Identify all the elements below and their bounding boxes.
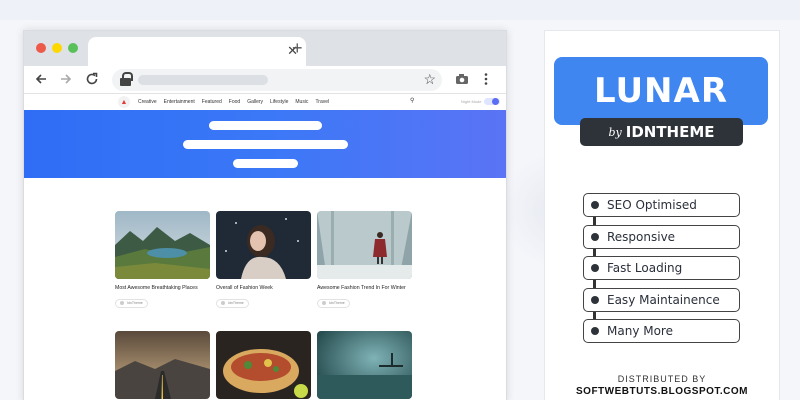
author-badge[interactable]: IdnTheme [216,298,249,308]
menu-item-entertainment[interactable]: Entertainment [164,99,195,105]
avatar [322,301,326,305]
post-thumbnail-road[interactable] [115,331,210,399]
author-name: IdnTheme [228,301,244,305]
night-mode-toggle[interactable] [484,98,500,105]
feature-item: Responsive [583,225,740,249]
bullet-dot-icon [591,264,599,272]
bullet-dot-icon [591,296,599,304]
post-thumbnail-woman-snow[interactable] [216,211,311,279]
bullet-dot-icon [591,327,599,335]
post-card[interactable] [216,331,311,399]
post-card[interactable] [115,331,210,399]
author-badge[interactable]: IdnTheme [317,298,350,308]
feature-item: Easy Maintainence [583,288,740,312]
lunar-title-box: LUNAR [554,57,768,125]
window-close-dot[interactable] [36,43,46,53]
post-thumbnail-lake[interactable] [317,331,412,399]
author-name: IdnTheme [329,301,345,305]
post-thumbnail-winter-forest[interactable] [317,211,412,279]
bullet-dot-icon [591,201,599,209]
lock-icon [120,72,133,86]
author-badge[interactable]: IdnTheme [115,298,148,308]
menu-item-creative[interactable]: Creative [138,99,157,105]
hero-banner [24,110,506,178]
menu-item-lifestyle[interactable]: Lifestyle [270,99,288,105]
hero-line [183,140,348,149]
window-maximize-dot[interactable] [68,43,78,53]
theme-title: LUNAR [593,71,728,111]
author-tag: by IDNTHEME [580,118,743,146]
distributed-by-label: DISTRIBUTED BY [617,374,707,384]
browser-toolbar: ☆ [24,66,506,94]
address-bar[interactable]: ☆ [112,69,442,91]
feature-item: Many More [583,319,740,343]
arrow-right-icon[interactable] [59,72,73,89]
arrow-left-icon[interactable] [34,72,48,89]
post-thumbnail-landscape[interactable] [115,211,210,279]
kebab-menu-icon[interactable] [483,72,489,89]
menu-item-travel[interactable]: Travel [315,99,329,105]
menu-item-music[interactable]: Music [295,99,308,105]
camera-icon[interactable] [455,72,469,89]
post-title[interactable]: Overall of Fashion Week [216,285,311,292]
post-title[interactable]: Awesome Fashion Trend In For Winter [317,285,412,292]
search-icon[interactable]: ⚲ [410,97,414,104]
post-card[interactable]: Overall of Fashion Week IdnTheme [216,211,311,310]
feature-label: Fast Loading [607,261,683,275]
author-name: IdnTheme [127,301,143,305]
by-label: by [608,125,622,139]
menu-item-gallery[interactable]: Gallery [247,99,263,105]
rocket-logo-icon[interactable]: ▲ [118,96,130,108]
post-title[interactable]: Most Awesome Breathtaking Places [115,285,210,292]
window-minimize-dot[interactable] [52,43,62,53]
brand-name: IDNTHEME [625,123,715,141]
menu-item-featured[interactable]: Featured [202,99,222,105]
hero-line [233,159,298,168]
browser-window: ✕ + ☆ ▲ Creative Entertainment Featured … [23,30,507,400]
reload-icon[interactable] [85,72,99,89]
site-menu: Creative Entertainment Featured Food Gal… [138,99,329,105]
url-placeholder [138,75,268,85]
post-card[interactable] [317,331,412,399]
browser-tab[interactable]: ✕ [88,37,306,66]
tab-strip: ✕ + [24,31,506,66]
avatar [120,301,124,305]
post-card[interactable]: Awesome Fashion Trend In For Winter IdnT… [317,211,412,310]
menu-item-food[interactable]: Food [229,99,240,105]
hero-line [209,121,322,130]
feature-label: Responsive [607,230,676,244]
feature-label: SEO Optimised [607,198,697,212]
avatar [221,301,225,305]
post-thumbnail-food[interactable] [216,331,311,399]
feature-label: Easy Maintainence [607,293,720,307]
bullet-dot-icon [591,233,599,241]
feature-label: Many More [607,324,673,338]
night-mode-label: Night Mode [461,99,482,104]
post-card[interactable]: Most Awesome Breathtaking Places IdnThem… [115,211,210,310]
feature-item: Fast Loading [583,256,740,280]
feature-item: SEO Optimised [583,193,740,217]
site-navigation: ▲ Creative Entertainment Featured Food G… [24,94,506,110]
star-icon[interactable]: ☆ [423,71,436,88]
distributor-site[interactable]: SOFTWEBTUTS.BLOGSPOT.COM [544,386,780,397]
plus-icon[interactable]: + [292,39,303,57]
